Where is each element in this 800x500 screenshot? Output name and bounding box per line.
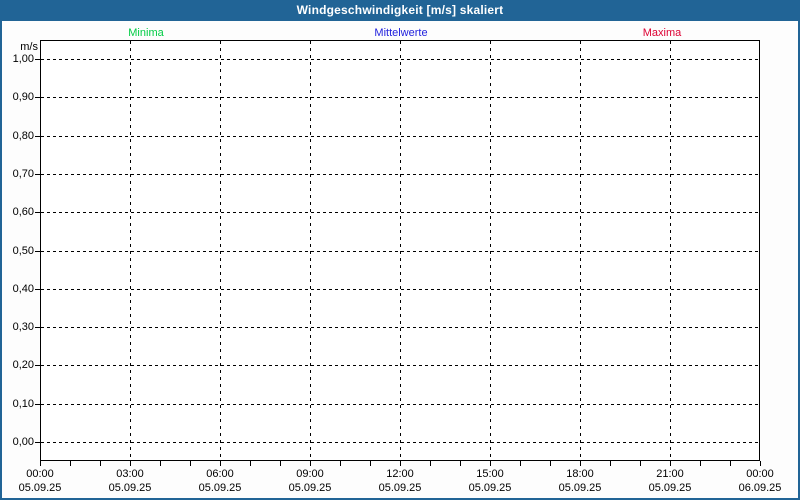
y-tick-label: 0,40 [0, 283, 34, 296]
x-tick-label: 15:0005.09.25 [469, 467, 512, 495]
y-tick-label: 0,90 [0, 91, 34, 104]
x-tick-time: 21:00 [649, 467, 692, 481]
x-tick-date: 06.09.25 [739, 481, 782, 495]
y-tick-label: 0,30 [0, 321, 34, 334]
x-tick-date: 05.09.25 [559, 481, 602, 495]
y-tick-label: 0,20 [0, 359, 34, 372]
x-tick-date: 05.09.25 [289, 481, 332, 495]
x-tick-label: 21:0005.09.25 [649, 467, 692, 495]
x-tick-label: 09:0005.09.25 [289, 467, 332, 495]
x-tick-time: 03:00 [109, 467, 152, 481]
x-tick-date: 05.09.25 [379, 481, 422, 495]
x-tick-label: 06:0005.09.25 [199, 467, 242, 495]
y-tick-label: 0,80 [0, 130, 34, 143]
y-tick-label: 0,10 [0, 398, 34, 411]
y-tick-label: 0,70 [0, 168, 34, 181]
x-tick-date: 05.09.25 [19, 481, 62, 495]
chart-title: Windgeschwindigkeit [m/s] skaliert [297, 3, 504, 17]
x-tick-label: 03:0005.09.25 [109, 467, 152, 495]
x-tick-date: 05.09.25 [469, 481, 512, 495]
x-tick-time: 06:00 [199, 467, 242, 481]
y-tick-label: 1,00 [0, 53, 34, 66]
x-tick-time: 09:00 [289, 467, 332, 481]
x-tick-time: 00:00 [739, 467, 782, 481]
x-tick-time: 12:00 [379, 467, 422, 481]
x-tick-label: 00:0005.09.25 [19, 467, 62, 495]
x-tick-label: 00:0006.09.25 [739, 467, 782, 495]
plot-border [41, 41, 760, 461]
y-tick-label: 0,00 [0, 436, 34, 449]
x-tick-date: 05.09.25 [649, 481, 692, 495]
y-tick-label: 0,60 [0, 206, 34, 219]
title-bar: Windgeschwindigkeit [m/s] skaliert [0, 0, 800, 21]
x-tick-date: 05.09.25 [109, 481, 152, 495]
chart-window: Windgeschwindigkeit [m/s] skaliert Minim… [0, 0, 800, 500]
x-tick-date: 05.09.25 [199, 481, 242, 495]
plot-area [0, 0, 800, 500]
x-tick-time: 18:00 [559, 467, 602, 481]
y-tick-label: 0,50 [0, 245, 34, 258]
x-tick-label: 12:0005.09.25 [379, 467, 422, 495]
x-tick-time: 00:00 [19, 467, 62, 481]
x-tick-time: 15:00 [469, 467, 512, 481]
x-tick-label: 18:0005.09.25 [559, 467, 602, 495]
